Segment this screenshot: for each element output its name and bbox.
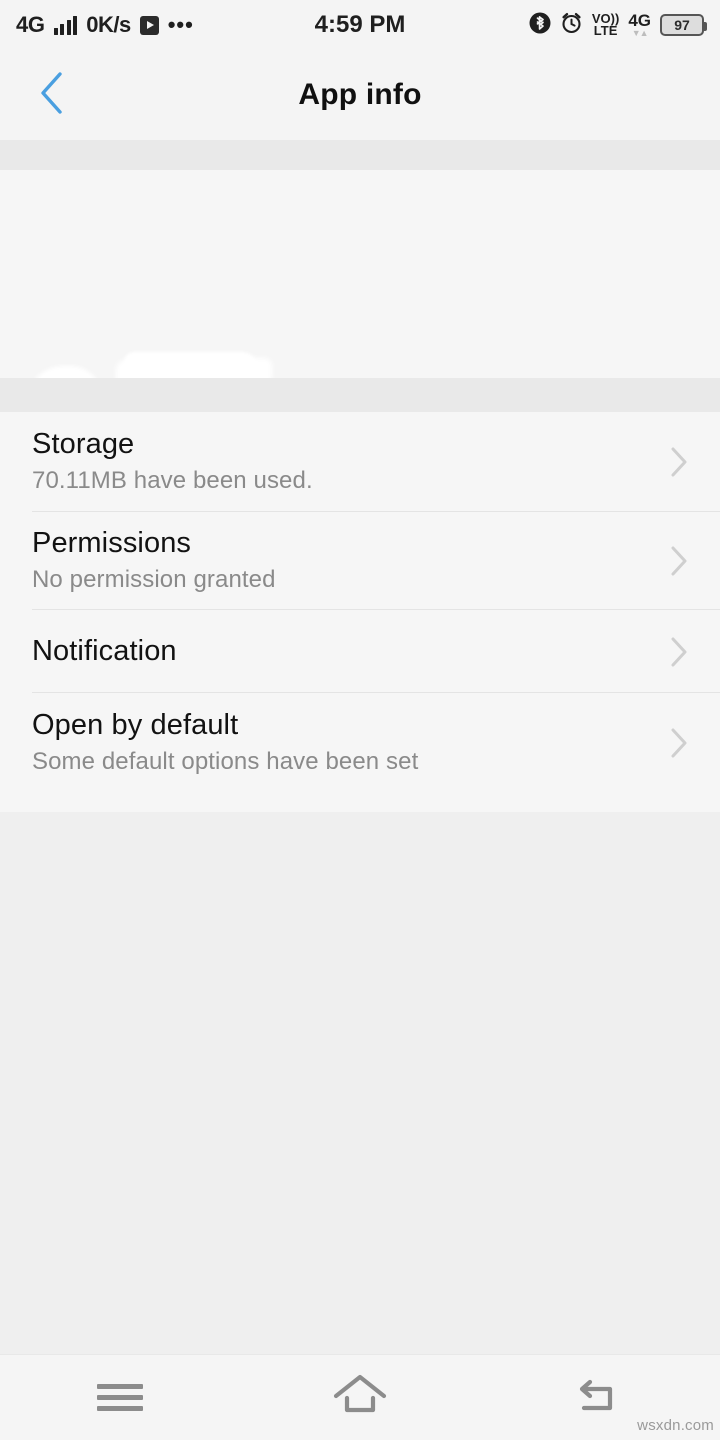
list-item-permissions[interactable]: Permissions No permission granted <box>0 512 720 610</box>
back-button[interactable] <box>22 50 82 140</box>
list-item-text: Open by default Some default options hav… <box>32 709 720 776</box>
battery-level-label: 97 <box>674 17 690 33</box>
list-item-subtitle: 70.11MB have been used. <box>32 466 313 494</box>
list-item-text: Permissions No permission granted <box>32 527 720 594</box>
signal-bars-icon <box>53 15 78 35</box>
status-bar-left: 4G 0K/s ••• <box>16 12 529 38</box>
network-type-label: 4G <box>16 12 45 37</box>
chevron-right-icon <box>668 544 690 578</box>
list-item-notification[interactable]: Notification <box>0 610 720 693</box>
back-arrow-icon <box>574 1372 626 1423</box>
site-watermark: wsxdn.com <box>637 1417 714 1434</box>
chevron-right-icon <box>668 726 690 760</box>
page-title: App info <box>298 78 422 111</box>
title-bar: App info <box>0 50 720 140</box>
chevron-right-icon <box>668 445 690 479</box>
section-band-middle <box>0 378 720 412</box>
volte-bottom-label: LTE <box>593 23 618 38</box>
list-item-subtitle: No permission granted <box>32 565 276 593</box>
list-item-open-by-default[interactable]: Open by default Some default options hav… <box>0 693 720 793</box>
play-badge-icon <box>139 15 159 35</box>
app-header-card: version 7.103.0 build 9 35464 Force stop… <box>0 170 720 531</box>
list-item-title: Notification <box>32 635 177 668</box>
more-notifications-icon: ••• <box>167 11 194 37</box>
list-item-subtitle: Some default options have been set <box>32 747 419 775</box>
status-bar-right: VO)) LTE 4G ▼▲ 97 <box>529 11 707 40</box>
list-item-text: Storage 70.11MB have been used. <box>32 428 720 495</box>
list-item-storage[interactable]: Storage 70.11MB have been used. <box>0 412 720 512</box>
list-item-title: Permissions <box>32 527 192 560</box>
nav-bar <box>0 1355 720 1440</box>
status-bar: 4G 0K/s ••• 4:59 PM VO)) LTE 4G ▼▲ 97 <box>0 0 720 50</box>
home-icon <box>331 1372 389 1423</box>
data-transfer-arrows-icon: ▼▲ <box>631 27 649 38</box>
data-network-label: 4G <box>628 11 651 31</box>
menu-hamburger-icon <box>97 1378 143 1417</box>
section-band-top <box>0 140 720 170</box>
chevron-right-icon <box>668 635 690 669</box>
alarm-clock-icon <box>560 11 583 40</box>
nav-home-button[interactable] <box>285 1355 435 1440</box>
nav-menu-button[interactable] <box>45 1355 195 1440</box>
volte-icon: VO)) LTE <box>592 11 619 38</box>
data-network-indicator: 4G ▼▲ <box>628 11 651 38</box>
bluetooth-icon <box>529 11 551 40</box>
battery-icon: 97 <box>660 14 707 36</box>
data-speed-label: 0K/s <box>86 12 131 37</box>
list-item-text: Notification <box>32 635 720 667</box>
app-info-screen: 4G 0K/s ••• 4:59 PM VO)) LTE 4G ▼▲ 97 Ap… <box>0 0 720 1440</box>
settings-list: Storage 70.11MB have been used. Permissi… <box>0 412 720 812</box>
list-item-title: Open by default <box>32 709 239 742</box>
back-chevron-icon <box>35 70 69 121</box>
list-item-title: Storage <box>32 428 135 461</box>
